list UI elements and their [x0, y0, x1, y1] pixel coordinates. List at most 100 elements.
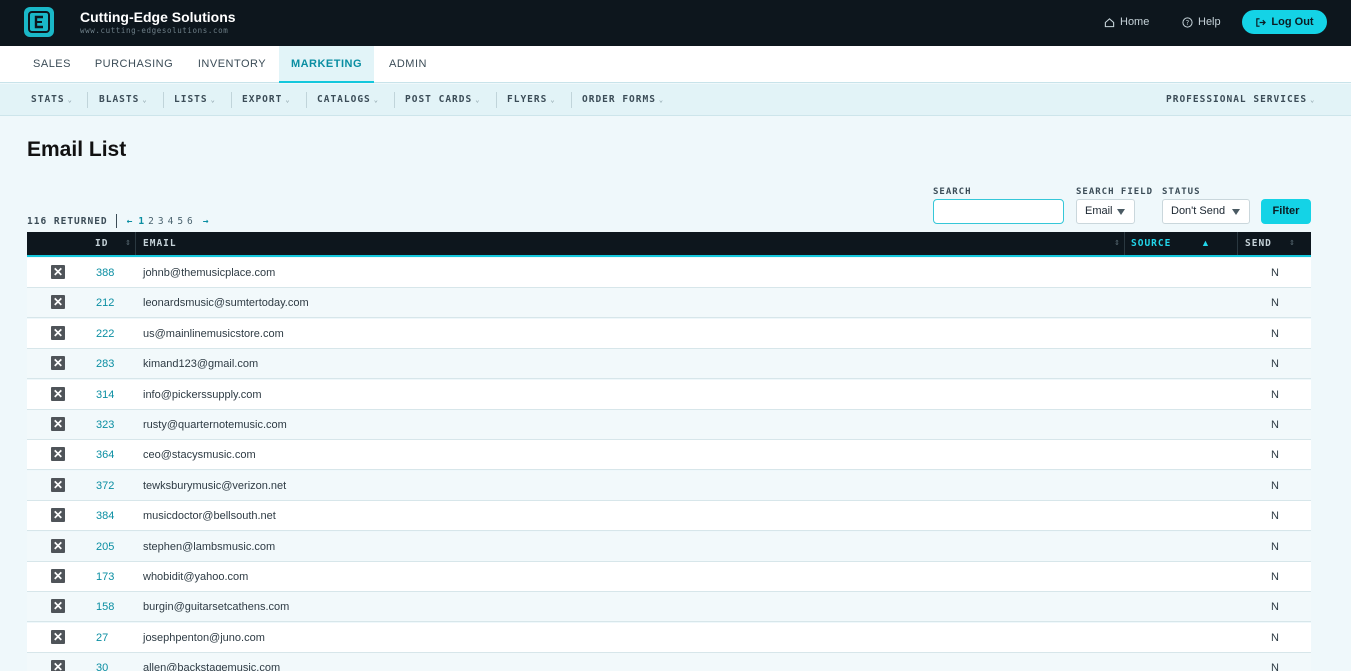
delete-checkbox-icon[interactable]: ✕	[51, 295, 65, 310]
page-6[interactable]: 6	[187, 216, 193, 227]
subnav-post-cards[interactable]: POST CARDS ⌄	[405, 84, 480, 116]
subnav-lists-label: LISTS	[174, 94, 208, 105]
chevron-down-icon: ⌄	[550, 96, 556, 104]
chevron-down-icon: ⌄	[210, 96, 216, 104]
tab-purchasing[interactable]: PURCHASING	[88, 46, 180, 83]
cell-id[interactable]: 388	[96, 258, 114, 288]
page-1[interactable]: 1	[138, 216, 144, 227]
delete-checkbox-icon[interactable]: ✕	[51, 569, 65, 583]
brand-name: Cutting-Edge Solutions	[80, 9, 236, 25]
subnav-professional-services[interactable]: PROFESSIONAL SERVICES ⌄	[1166, 84, 1315, 116]
cell-email: leonardsmusic@sumtertoday.com	[143, 297, 309, 310]
status-label: STATUS	[1162, 187, 1201, 197]
table-row: ✕ 388 johnb@themusicplace.com N	[27, 258, 1311, 288]
tab-admin[interactable]: ADMIN	[380, 46, 436, 83]
chevron-down-icon: ⌄	[142, 96, 148, 104]
logout-label: Log Out	[1271, 16, 1314, 28]
subnav-flyers[interactable]: FLYERS ⌄	[507, 84, 556, 116]
help-link[interactable]: ? Help	[1182, 16, 1221, 28]
delete-checkbox-icon[interactable]: ✕	[51, 629, 65, 644]
cell-id[interactable]: 158	[96, 592, 114, 622]
page-5[interactable]: 5	[177, 216, 183, 227]
delete-checkbox-icon[interactable]: ✕	[51, 386, 65, 401]
result-count: 116 RETURNED	[27, 215, 108, 227]
home-icon	[1104, 17, 1115, 27]
table-row: ✕ 30 allen@backstagemusic.com N	[27, 653, 1311, 671]
cell-id[interactable]: 384	[96, 501, 114, 531]
delete-checkbox-icon[interactable]: ✕	[51, 325, 65, 340]
cell-send: N	[1271, 601, 1279, 614]
dropdown-arrow-icon	[1117, 209, 1125, 215]
cell-id[interactable]: 212	[96, 288, 114, 318]
sort-icon[interactable]: ⇕	[1289, 232, 1295, 255]
cell-id[interactable]: 27	[96, 623, 108, 653]
cell-id[interactable]: 323	[96, 410, 114, 440]
delete-checkbox-icon[interactable]: ✕	[51, 660, 65, 671]
column-header-send[interactable]: SEND	[1245, 232, 1272, 255]
divider	[571, 92, 572, 108]
table-row: ✕ 27 josephpenton@juno.com N	[27, 622, 1311, 653]
cell-email: whobidit@yahoo.com	[143, 571, 249, 583]
subnav-blasts[interactable]: BLASTS ⌄	[99, 84, 148, 116]
divider	[115, 214, 117, 228]
subnav-order-forms[interactable]: ORDER FORMS ⌄	[582, 84, 664, 116]
column-header-source[interactable]: SOURCE	[1131, 232, 1171, 255]
home-link[interactable]: Home	[1104, 16, 1149, 28]
column-header-email[interactable]: EMAIL	[143, 232, 177, 255]
cell-id[interactable]: 283	[96, 349, 114, 379]
cell-id[interactable]: 173	[96, 562, 114, 592]
delete-checkbox-icon[interactable]: ✕	[51, 508, 65, 523]
delete-checkbox-icon[interactable]: ✕	[51, 356, 65, 371]
subnav-flyers-label: FLYERS	[507, 94, 548, 105]
prev-page-arrow-icon[interactable]: ←	[127, 216, 133, 227]
search-label: SEARCH	[933, 187, 972, 197]
cell-email: josephpenton@juno.com	[143, 631, 265, 644]
cell-id[interactable]: 314	[96, 380, 114, 410]
sort-ascending-icon[interactable]: ▲	[1201, 232, 1210, 255]
delete-checkbox-icon[interactable]: ✕	[51, 477, 65, 492]
cell-id[interactable]: 222	[96, 319, 114, 349]
delete-checkbox-icon[interactable]: ✕	[51, 599, 65, 614]
page-3[interactable]: 3	[158, 216, 164, 227]
column-header-id[interactable]: ID	[95, 232, 108, 255]
page-title: Email List	[27, 138, 127, 161]
delete-checkbox-icon[interactable]: ✕	[51, 447, 65, 462]
next-page-arrow-icon[interactable]: →	[203, 216, 209, 227]
status-select[interactable]: Don't Send	[1162, 199, 1250, 224]
brand-logo-icon[interactable]	[24, 7, 54, 37]
delete-checkbox-icon[interactable]: ✕	[51, 417, 65, 431]
chevron-down-icon: ⌄	[285, 96, 291, 104]
subnav-catalogs[interactable]: CATALOGS ⌄	[317, 84, 379, 116]
subnav-lists[interactable]: LISTS ⌄	[174, 84, 216, 116]
subnav-stats[interactable]: STATS ⌄	[31, 84, 73, 116]
logout-button[interactable]: Log Out	[1242, 10, 1327, 34]
tab-marketing[interactable]: MARKETING	[279, 46, 374, 83]
sort-icon[interactable]: ⇕	[125, 232, 131, 255]
sort-icon[interactable]: ⇕	[1114, 232, 1120, 255]
divider	[135, 232, 136, 255]
page-4[interactable]: 4	[168, 216, 174, 227]
delete-checkbox-icon[interactable]: ✕	[51, 538, 65, 553]
cell-id[interactable]: 30	[96, 653, 108, 671]
delete-checkbox-icon[interactable]: ✕	[51, 265, 65, 279]
search-field-select[interactable]: Email	[1076, 199, 1135, 224]
search-input[interactable]	[933, 199, 1064, 224]
cell-id[interactable]: 364	[96, 440, 114, 470]
subnav-export[interactable]: EXPORT ⌄	[242, 84, 291, 116]
cell-email: info@pickerssupply.com	[143, 388, 262, 401]
divider	[496, 92, 497, 108]
svg-text:?: ?	[1186, 19, 1190, 27]
filter-button[interactable]: Filter	[1261, 199, 1311, 224]
sub-nav: STATS ⌄ BLASTS ⌄ LISTS ⌄ EXPORT ⌄ CATALOGS ⌄ …	[0, 84, 1351, 116]
cell-id[interactable]: 205	[96, 532, 114, 562]
tab-inventory[interactable]: INVENTORY	[189, 46, 275, 83]
cell-send: N	[1271, 540, 1279, 553]
cell-send: N	[1271, 297, 1279, 310]
page-2[interactable]: 2	[148, 216, 154, 227]
subnav-catalogs-label: CATALOGS	[317, 94, 371, 105]
pagination: 116 RETURNED ← 1 2 3 4 5 6 →	[27, 214, 213, 228]
table-row: ✕ 222 us@mainlinemusicstore.com N	[27, 318, 1311, 349]
divider	[306, 92, 307, 108]
cell-id[interactable]: 372	[96, 471, 114, 501]
tab-sales[interactable]: SALES	[22, 46, 82, 83]
